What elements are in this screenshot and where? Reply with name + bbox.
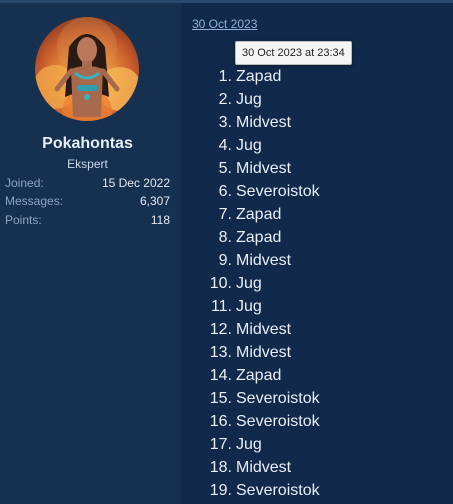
list-item: 10. Jug [200,273,440,296]
list-item: 13. Midvest [200,342,440,365]
list-item-text: Midvest [236,344,292,361]
stat-value: 15 Dec 2022 [101,176,170,190]
list-item-text: Zapad [236,206,282,223]
list-item: 4. Jug [200,135,440,158]
list-item: 6. Severoistok [200,181,440,204]
username[interactable]: Pokahontas [0,135,175,153]
list-item-number: 14. [209,367,232,384]
list-item: 1. Zapad [200,66,440,89]
list-item-text: Zapad [236,68,282,85]
list-item-text: Jug [236,137,262,154]
stat-points: Points: 118 [5,213,170,229]
list-item-text: Midvest [236,459,292,476]
region-list: 1. Zapad 2. Jug 3. Midvest 4. Jug 5. Midvest … [200,66,440,503]
list-item-number: 15. [209,390,232,407]
list-item: 17. Jug [200,434,440,457]
list-item-number: 1. [218,68,232,85]
list-item-number: 10. [209,275,232,292]
list-item-text: Jug [236,91,262,108]
list-item-text: Midvest [236,160,292,177]
list-item-number: 8. [218,229,232,246]
list-item-number: 5. [218,160,232,177]
list-item: 14. Zapad [200,365,440,388]
list-item-text: Zapad [236,229,282,246]
list-item-number: 2. [218,91,232,108]
post-date-link[interactable]: 30 Oct 2023 [192,17,257,31]
list-item-number: 3. [218,114,232,131]
user-info-panel: Pokahontas Ekspert Joined: 15 Dec 2022 M… [0,3,181,504]
list-item-text: Jug [236,298,262,315]
list-item: 11. Jug [200,296,440,319]
list-item-text: Jug [236,275,262,292]
list-item: 18. Midvest [200,457,440,480]
list-item-number: 19. [209,482,232,499]
stat-label: Points: [5,213,42,227]
stat-value[interactable]: 118 [151,213,170,227]
list-item-text: Severoistok [236,482,320,499]
list-item-number: 12. [209,321,232,338]
list-item-number: 7. [218,206,232,223]
list-item-number: 18. [209,459,232,476]
list-item-number: 4. [218,137,232,154]
list-item-text: Severoistok [236,413,320,430]
list-item-number: 17. [209,436,232,453]
list-item: 9. Midvest [200,250,440,273]
list-item: 16. Severoistok [200,411,440,434]
list-item: 12. Midvest [200,319,440,342]
stat-label: Joined: [5,176,44,190]
list-item: 2. Jug [200,89,440,112]
list-item-number: 6. [218,183,232,200]
list-item-number: 11. [210,298,232,315]
list-item: 3. Midvest [200,112,440,135]
date-tooltip: 30 Oct 2023 at 23:34 [235,41,352,65]
list-item: 8. Zapad [200,227,440,250]
list-item-number: 9. [218,252,232,269]
user-title: Ekspert [67,157,108,171]
list-item-text: Zapad [236,367,282,384]
list-item: 7. Zapad [200,204,440,227]
list-item-text: Severoistok [236,390,320,407]
list-item-text: Severoistok [236,183,320,200]
list-item-text: Midvest [236,114,292,131]
list-item: 5. Midvest [200,158,440,181]
stat-value[interactable]: 6,307 [140,194,170,208]
stat-label: Messages: [5,194,64,208]
list-item: 15. Severoistok [200,388,440,411]
list-item: 19. Severoistok [200,480,440,503]
list-item-text: Midvest [236,252,292,269]
stat-joined: Joined: 15 Dec 2022 [5,176,170,192]
list-item-text: Jug [236,436,262,453]
list-item-number: 13. [209,344,232,361]
avatar-image [35,17,139,121]
stat-messages: Messages: 6,307 [5,194,170,210]
list-item-text: Midvest [236,321,292,338]
avatar[interactable] [35,17,139,121]
list-item-number: 16. [209,413,232,430]
